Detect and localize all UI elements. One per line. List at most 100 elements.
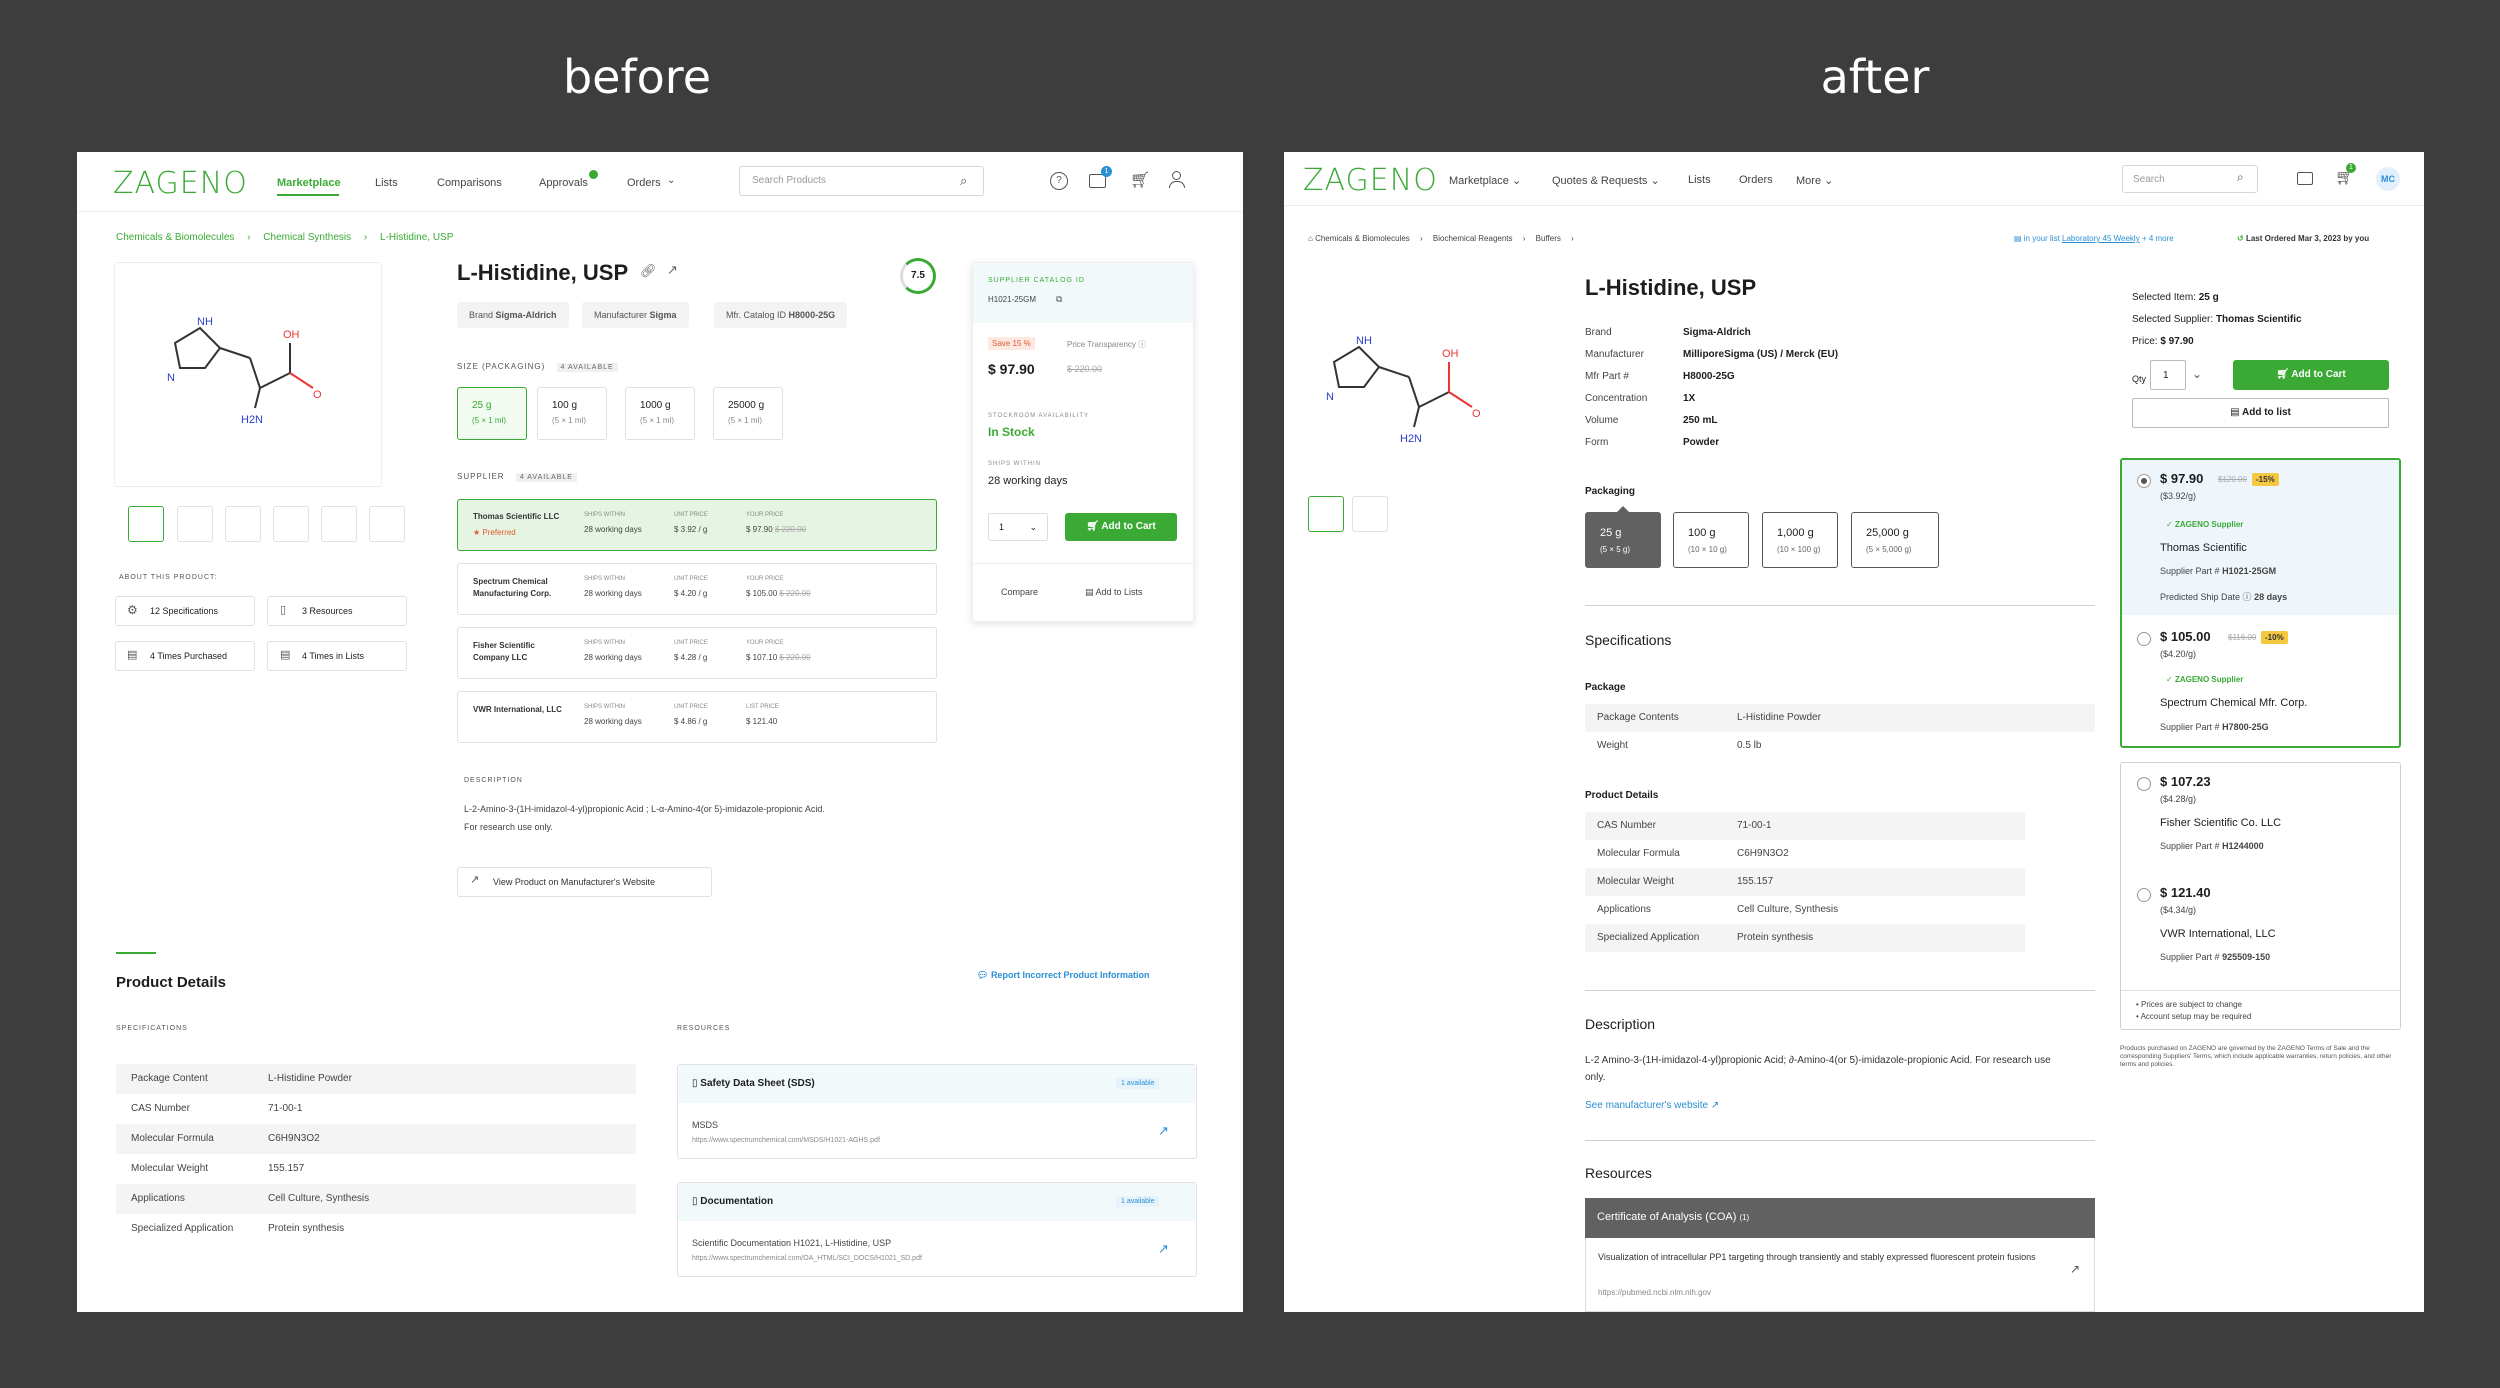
size-option-selected[interactable]: 25 g (5 × 1 ml) [457,387,527,440]
search-icon[interactable]: ⌕ [2237,170,2244,185]
breadcrumb-item[interactable]: Chemicals & Biomolecules [1315,234,1410,243]
price-transparency[interactable]: Price Transparency ⓘ [1067,339,1146,350]
supplier-row[interactable]: VWR International, LLC SHIPS WITHIN 28 w… [457,691,937,743]
molecule-diagram: OH O NH N H2N [167,316,322,426]
attr-row: Manufacturer MilliporeSigma (US) / Merck … [1585,349,1839,360]
about-label: ABOUT THIS PRODUCT: [119,574,218,581]
purchase-card: SUPPLIER CATALOG ID H1021-25GM ⧉ Save 15… [972,262,1194,622]
size-option[interactable]: 100 g (5 × 1 ml) [537,387,607,440]
coa-item[interactable]: Visualization of intracellular PP1 targe… [1585,1238,2095,1312]
manufacturer-chip: Manufacturer Sigma [582,302,689,328]
offer-supplier-name: VWR International, LLC [2160,928,2276,940]
nav-lists[interactable]: Lists [375,177,398,189]
avatar[interactable]: MC [2376,167,2400,191]
size-option[interactable]: 1000 g (5 × 1 ml) [625,387,695,440]
add-to-lists-button[interactable]: ▤ Add to Lists [1085,587,1143,598]
header: ZAGENO Marketplace ⌄ Quotes & Requests ⌄… [1284,152,2424,206]
copy-icon[interactable]: ⧉ [1056,294,1062,305]
logo[interactable]: ZAGENO [113,166,248,201]
supplier-row-selected[interactable]: Thomas Scientific LLC ★ Preferred SHIPS … [457,499,937,551]
breadcrumb-item[interactable]: Chemicals & Biomolecules [116,232,234,243]
search-icon[interactable]: ⌕ [960,173,967,189]
thumbnail[interactable] [177,506,213,542]
external-link-icon[interactable]: ↗ [1158,1241,1169,1257]
nav-orders[interactable]: Orders [1739,174,1773,186]
add-to-list-button[interactable]: ▤ Add to list [2132,398,2389,428]
logo[interactable]: ZAGENO [1303,163,1438,198]
nav-active-underline [277,194,339,196]
nav-quotes[interactable]: Quotes & Requests ⌄ [1552,174,1660,187]
size-option[interactable]: 25000 g (5 × 1 ml) [713,387,783,440]
breadcrumb-item[interactable]: L-Histidine, USP [380,232,453,243]
nav-orders[interactable]: Orders [627,177,661,189]
inbox-icon[interactable] [2297,172,2313,185]
book-icon: ▯ [280,604,287,616]
breadcrumb-item[interactable]: Biochemical Reagents [1433,234,1513,243]
offer-supplier-name: Thomas Scientific [2160,542,2247,554]
product-details-table: CAS Number 71-00-1 Molecular Formula C6H9N… [1585,812,2025,952]
nav-approvals[interactable]: Approvals [539,177,588,189]
price-notes: • Prices are subject to change • Account… [2136,1000,2252,1021]
packaging-option[interactable]: 25,000 g (5 × 5,000 g) [1851,512,1939,568]
thumbnail-active[interactable] [1308,496,1344,532]
breadcrumb-item[interactable]: Buffers [1536,234,1561,243]
search-input[interactable]: Search Products [739,166,984,196]
quantity-input[interactable]: 1 [2150,360,2186,390]
stock-status: In Stock [988,425,1035,439]
package-table: Package Contents L-Histidine Powder Weigh… [1585,704,2095,760]
supplier-row[interactable]: Spectrum Chemical Manufacturing Corp. SH… [457,563,937,615]
link-icon[interactable]: 🔗︎ [640,263,657,279]
report-link[interactable]: 💬︎ Report Incorrect Product Information [977,970,1149,981]
details-title: Product Details [116,974,227,991]
coa-header[interactable]: Certificate of Analysis (COA) (1) [1585,1198,2095,1238]
see-manufacturer-link[interactable]: See manufacturer's website ↗ [1585,1100,1719,1111]
nav-comparisons[interactable]: Comparisons [437,177,502,189]
nav-marketplace[interactable]: Marketplace ⌄ [1449,174,1521,187]
gear-icon: ⚙ [127,603,138,617]
user-icon[interactable] [1169,171,1185,189]
chevron-down-icon[interactable]: ⌄ [2192,367,2202,381]
external-link-icon[interactable]: ↗ [667,262,678,278]
quantity-select[interactable]: 1 ⌄ [988,513,1048,541]
breadcrumb-item[interactable]: Chemical Synthesis [263,232,351,243]
thumbnail[interactable] [225,506,261,542]
supplier-row[interactable]: Fisher Scientific Company LLC SHIPS WITH… [457,627,937,679]
description-text: L-2 Amino-3-(1H-imidazol-4-yl)propionic … [1585,1055,2051,1083]
compare-button[interactable]: Compare [1001,587,1038,597]
table-row: Package Contents L-Histidine Powder [1585,704,2095,732]
discount-badge: -10% [2261,631,2288,644]
add-to-cart-button[interactable]: 🛒︎ Add to Cart [1065,513,1177,541]
cart-icon[interactable]: 🛒︎ [1130,170,1150,190]
offer-radio[interactable] [2137,777,2151,791]
external-link-icon: ↗ [470,874,480,886]
external-link-icon[interactable]: ↗ [2070,1262,2080,1276]
product-image[interactable]: OH O NH N H2N [114,262,382,487]
thumbnail-active[interactable] [128,506,164,542]
thumbnail[interactable] [369,506,405,542]
in-list-info[interactable]: ▤ in your list Laboratory 45 Weekly + 4 … [2014,234,2174,243]
zageno-supplier-badge: ✓ ZAGENO Supplier [2166,520,2244,529]
product-image[interactable]: OH O NH N H2N [1304,302,1544,452]
about-resources[interactable]: 3 Resources [267,596,407,626]
thumbnail[interactable] [321,506,357,542]
add-to-cart-button[interactable]: 🛒︎ Add to Cart [2233,360,2389,390]
nav-marketplace[interactable]: Marketplace [277,177,341,189]
packaging-option[interactable]: 100 g (10 × 10 g) [1673,512,1749,568]
nav-more[interactable]: More ⌄ [1796,174,1833,187]
external-link-icon[interactable]: ↗ [1158,1123,1169,1139]
mol-n: N [167,372,175,384]
thumbnail[interactable] [273,506,309,542]
thumbnail[interactable] [1352,496,1388,532]
help-icon[interactable]: ? [1050,172,1068,190]
last-ordered[interactable]: ↺ Last Ordered Mar 3, 2023 by you [2237,234,2369,243]
offer-radio[interactable] [2137,632,2151,646]
nav-lists[interactable]: Lists [1688,174,1711,186]
terms-text: Products purchased on ZAGENO are governe… [2120,1045,2392,1068]
packaging-option[interactable]: 1,000 g (10 × 100 g) [1762,512,1838,568]
manufacturer-website-button[interactable]: View Product on Manufacturer's Website [457,867,712,897]
packaging-option-selected[interactable]: 25 g (5 × 5 g) [1585,512,1661,568]
chevron-down-icon: ⌄ [667,175,676,186]
offer-radio[interactable] [2137,888,2151,902]
size-label: SIZE (PACKAGING) 4 available [457,362,618,372]
offer-radio[interactable] [2137,474,2151,488]
